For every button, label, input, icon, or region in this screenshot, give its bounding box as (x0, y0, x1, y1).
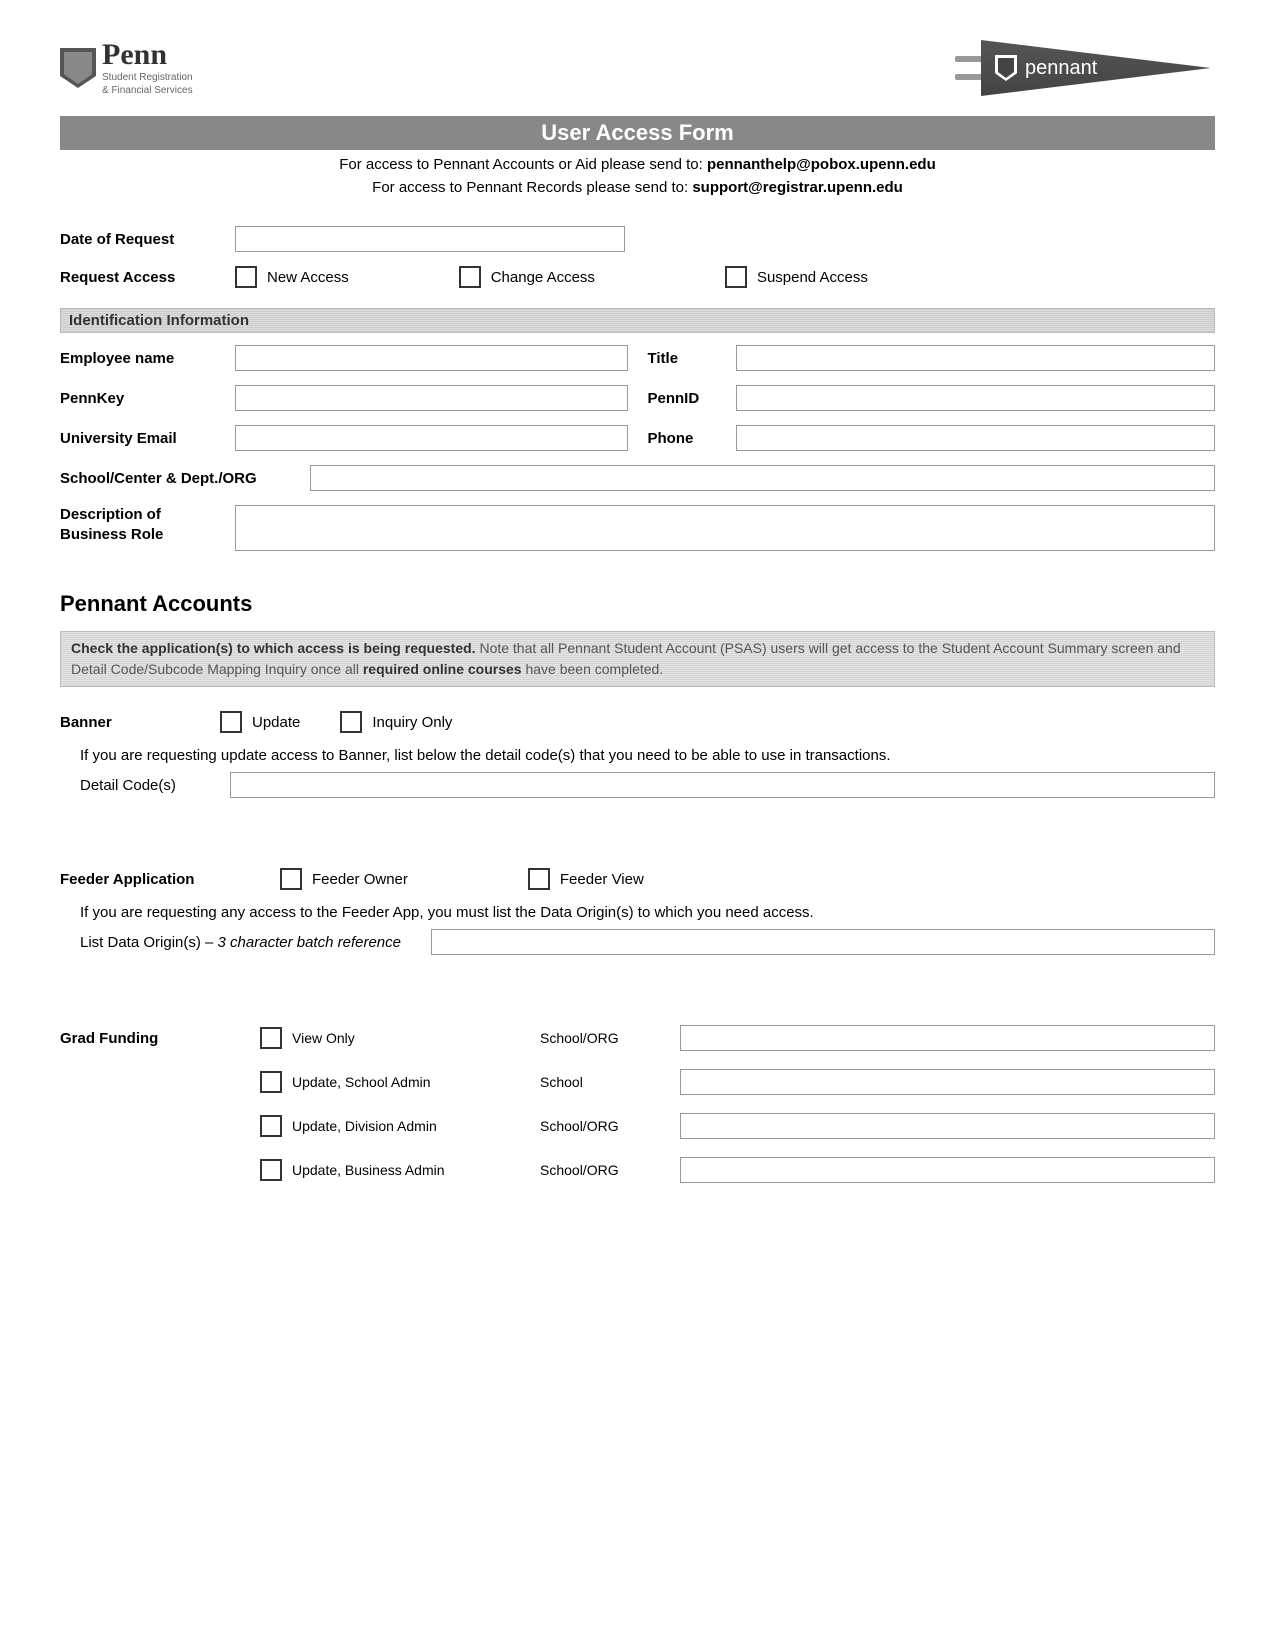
identification-header: Identification Information (60, 308, 1215, 333)
feeder-owner-label: Feeder Owner (312, 871, 408, 888)
pennid-label: PennID (648, 390, 726, 407)
request-access-label: Request Access (60, 269, 225, 286)
phone-label: Phone (648, 430, 726, 447)
school-center-input[interactable] (310, 465, 1215, 491)
pennant-note: Check the application(s) to which access… (60, 631, 1215, 687)
grad-school-input[interactable] (680, 1069, 1215, 1095)
grad-division-school-org-label: School/ORG (540, 1118, 680, 1134)
logo-penn-text: Penn (102, 40, 193, 70)
flag-pole-icon (955, 74, 985, 80)
pennant-flag-icon: pennant (981, 40, 1211, 96)
suspend-access-label: Suspend Access (757, 269, 868, 286)
detail-codes-input[interactable] (230, 772, 1215, 798)
grad-school-label: School (540, 1074, 680, 1090)
pennant-accounts-heading: Pennant Accounts (60, 591, 1215, 617)
pennant-logo: pennant (955, 40, 1215, 96)
feeder-application-label: Feeder Application (60, 871, 270, 888)
change-access-label: Change Access (491, 269, 595, 286)
grad-viewonly-checkbox[interactable] (260, 1027, 282, 1049)
suspend-access-checkbox[interactable] (725, 266, 747, 288)
pennkey-label: PennKey (60, 390, 225, 407)
banner-instruction: If you are requesting update access to B… (80, 747, 1215, 764)
date-of-request-input[interactable] (235, 226, 625, 252)
university-email-input[interactable] (235, 425, 628, 451)
form-title: User Access Form (60, 116, 1215, 150)
date-of-request-label: Date of Request (60, 231, 225, 248)
flag-shield-icon (995, 55, 1017, 81)
phone-input[interactable] (736, 425, 1216, 451)
grad-update-division-checkbox[interactable] (260, 1115, 282, 1137)
detail-codes-label: Detail Code(s) (80, 777, 220, 794)
change-access-checkbox[interactable] (459, 266, 481, 288)
banner-update-checkbox[interactable] (220, 711, 242, 733)
business-role-label: Description of Business Role (60, 505, 225, 544)
grad-update-school-checkbox[interactable] (260, 1071, 282, 1093)
banner-inquiry-label: Inquiry Only (372, 714, 452, 731)
title-input[interactable] (736, 345, 1216, 371)
title-label: Title (648, 350, 726, 367)
email-records: support@registrar.upenn.edu (692, 179, 902, 196)
penn-logo: Penn Student Registration & Financial Se… (60, 40, 193, 96)
feeder-view-checkbox[interactable] (528, 868, 550, 890)
logo-sub1: Student Registration (102, 72, 193, 83)
banner-update-label: Update (252, 714, 300, 731)
shield-icon (60, 48, 96, 88)
business-role-input[interactable] (235, 505, 1215, 551)
university-email-label: University Email (60, 430, 225, 447)
banner-inquiry-checkbox[interactable] (340, 711, 362, 733)
feeder-instruction: If you are requesting any access to the … (80, 904, 1215, 921)
grad-update-business-label: Update, Business Admin (292, 1162, 445, 1178)
pennkey-input[interactable] (235, 385, 628, 411)
new-access-label: New Access (267, 269, 349, 286)
logo-sub2: & Financial Services (102, 85, 193, 96)
grad-update-school-label: Update, School Admin (292, 1074, 431, 1090)
email-accounts: pennanthelp@pobox.upenn.edu (707, 156, 936, 173)
header: Penn Student Registration & Financial Se… (60, 40, 1215, 96)
data-origin-label: List Data Origin(s) – 3 character batch … (80, 934, 401, 951)
grad-update-business-checkbox[interactable] (260, 1159, 282, 1181)
grad-division-school-org-input[interactable] (680, 1113, 1215, 1139)
banner-label: Banner (60, 714, 210, 731)
feeder-view-label: Feeder View (560, 871, 644, 888)
grad-viewonly-label: View Only (292, 1030, 355, 1046)
flag-pole-icon (955, 56, 985, 62)
flag-text: pennant (1025, 57, 1097, 80)
grad-viewonly-school-org-input[interactable] (680, 1025, 1215, 1051)
school-center-label: School/Center & Dept./ORG (60, 470, 300, 487)
grad-business-school-org-label: School/ORG (540, 1162, 680, 1178)
pennid-input[interactable] (736, 385, 1216, 411)
new-access-checkbox[interactable] (235, 266, 257, 288)
feeder-owner-checkbox[interactable] (280, 868, 302, 890)
employee-name-label: Employee name (60, 350, 225, 367)
grad-update-division-label: Update, Division Admin (292, 1118, 437, 1134)
grad-viewonly-school-org-label: School/ORG (540, 1030, 680, 1046)
intro-line-1: For access to Pennant Accounts or Aid pl… (60, 156, 1215, 173)
grad-business-school-org-input[interactable] (680, 1157, 1215, 1183)
employee-name-input[interactable] (235, 345, 628, 371)
grad-funding-label: Grad Funding (60, 1030, 260, 1047)
data-origin-input[interactable] (431, 929, 1215, 955)
intro-line-2: For access to Pennant Records please sen… (60, 179, 1215, 196)
